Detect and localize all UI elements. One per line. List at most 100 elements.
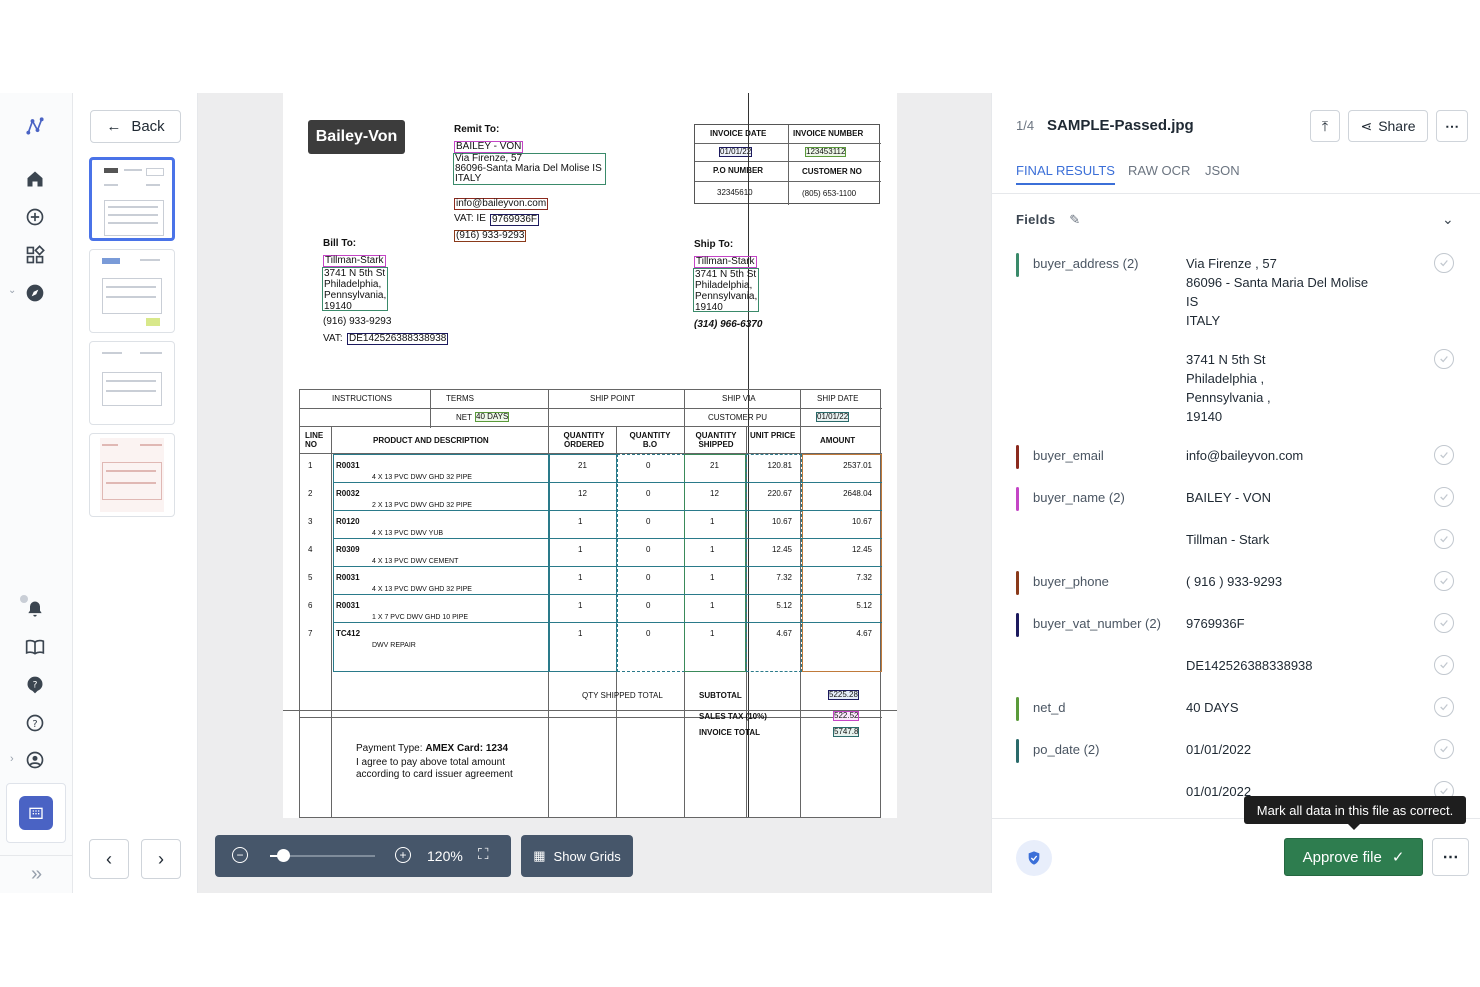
check-circle-icon[interactable] [1434, 739, 1454, 759]
svg-text:?: ? [32, 719, 37, 730]
field-value[interactable]: info@baileyvon.com [1186, 446, 1303, 465]
subtotal-value[interactable]: 5225.28 [828, 690, 859, 700]
terms-value[interactable]: 40 DAYS [475, 412, 510, 422]
field-value[interactable]: DE142526388338938 [1186, 656, 1313, 675]
ship-date-value[interactable]: 01/01/22 [816, 412, 850, 422]
shield-check-icon[interactable] [1016, 840, 1052, 876]
help-bubble-icon[interactable]: ? [22, 672, 48, 698]
ship-name[interactable]: Tillman-Stark [694, 256, 757, 268]
upload-button[interactable]: ⤒ [1310, 110, 1340, 142]
check-circle-icon[interactable] [1434, 529, 1454, 549]
unit-price-cell: 7.32 [776, 573, 792, 582]
product-code-cell: R0031 [336, 573, 360, 582]
terms-prefix: NET [456, 413, 472, 422]
back-button-label: Back [131, 118, 165, 135]
chevron-right-icon[interactable]: › [10, 753, 14, 765]
back-button[interactable]: ← Back [90, 110, 181, 143]
remit-name[interactable]: BAILEY - VON [454, 141, 524, 153]
check-circle-icon[interactable] [1434, 655, 1454, 675]
next-page-button[interactable]: › [141, 839, 181, 879]
home-icon[interactable] [22, 166, 48, 192]
more-options-button[interactable]: ⋯ [1436, 110, 1468, 142]
page-thumbnail-4[interactable] [89, 433, 175, 517]
bill-address-box[interactable]: 3741 N 5th St Philadelphia, Pennsylvania… [322, 267, 388, 312]
field-value[interactable]: 3741 N 5th St Philadelphia , Pennsylvani… [1186, 350, 1271, 426]
line-no-cell: 6 [308, 601, 313, 610]
page-thumbnail-1[interactable] [89, 157, 175, 241]
check-circle-icon[interactable] [1434, 445, 1454, 465]
page-thumbnail-3[interactable] [89, 341, 175, 425]
results-panel: 1/4 SAMPLE-Passed.jpg ⤒ ⋖ Share ⋯ FINAL … [991, 93, 1480, 893]
check-circle-icon[interactable] [1434, 571, 1454, 591]
check-circle-icon[interactable] [1434, 487, 1454, 507]
field-name: buyer_name (2) [1033, 490, 1125, 505]
tab-final-results[interactable]: FINAL RESULTS [1016, 163, 1115, 185]
sales-tax-value[interactable]: 522.52 [833, 711, 860, 721]
ship-address-box[interactable]: 3741 N 5th St Philadelphia, Pennsylvania… [693, 268, 759, 313]
field-value[interactable]: 01/01/2022 [1186, 740, 1251, 759]
ship-address-line: Philadelphia, [695, 280, 753, 291]
check-circle-icon[interactable] [1434, 697, 1454, 717]
approve-tooltip: Mark all data in this file as correct. [1244, 796, 1466, 830]
fullscreen-icon[interactable]: ⛶ [478, 846, 489, 863]
zoom-slider-handle[interactable] [276, 849, 290, 862]
field-value[interactable]: ( 916 ) 933-9293 [1186, 572, 1282, 591]
approve-file-button[interactable]: Approve file ✓ [1284, 838, 1423, 876]
check-circle-icon[interactable] [1434, 253, 1454, 273]
ship-address-line: Pennsylvania, [695, 291, 758, 302]
chevron-down-icon[interactable]: ⌄ [8, 285, 16, 296]
invoice-number[interactable]: 123453112 [805, 147, 847, 157]
tab-raw-ocr[interactable]: RAW OCR [1128, 163, 1190, 178]
product-code-cell: R0032 [336, 489, 360, 498]
remit-vat[interactable]: 9769936F [490, 214, 540, 226]
document-viewer[interactable]: Bailey-Von Remit To: BAILEY - VON Via Fi… [198, 93, 991, 893]
field-value[interactable]: Via Firenze , 57 86096 - Santa Maria Del… [1186, 254, 1368, 330]
page-thumbnail-2[interactable] [89, 249, 175, 333]
add-circle-icon[interactable] [22, 204, 48, 230]
product-code-cell: TC412 [336, 629, 361, 638]
bill-vat[interactable]: DE142526388338938 [347, 333, 449, 345]
bell-icon[interactable] [22, 596, 48, 622]
field-value[interactable]: Tillman - Stark [1186, 530, 1269, 549]
account-circle-icon[interactable] [22, 747, 48, 773]
remit-phone[interactable]: (916) 933-9293 [454, 230, 527, 242]
field-color-bar [1016, 613, 1019, 637]
tab-json[interactable]: JSON [1205, 163, 1240, 178]
qty-bo-cell: 0 [646, 545, 651, 554]
table-row: 6 R0031 1 X 7 PVC DWV GHD 10 PIPE 1 0 1 5.12 5.… [300, 594, 882, 622]
remit-address-box[interactable]: Via Firenze, 57 86096-Santa Maria Del Mo… [453, 153, 606, 185]
check-circle-icon[interactable] [1434, 613, 1454, 633]
collapse-chevron-icon[interactable]: ⌄ [1442, 211, 1454, 228]
ship-via-value: CUSTOMER PU [708, 413, 767, 422]
compass-icon[interactable] [22, 280, 48, 306]
amount-cell: 2648.04 [843, 489, 872, 498]
show-grids-button[interactable]: ▦ Show Grids [521, 835, 633, 877]
book-icon[interactable] [22, 634, 48, 660]
field-value[interactable]: BAILEY - VON [1186, 488, 1271, 507]
share-button[interactable]: ⋖ Share [1348, 110, 1428, 142]
help-circle-icon[interactable]: ? [22, 710, 48, 736]
zoom-in-icon[interactable]: + [395, 847, 411, 863]
edit-pencil-icon[interactable]: ✎ [1069, 212, 1080, 227]
remit-email[interactable]: info@baileyvon.com [454, 198, 549, 210]
zoom-slider-track[interactable] [270, 849, 375, 862]
expand-sidebar-icon[interactable]: » [0, 855, 73, 893]
remit-to-label: Remit To: [454, 124, 500, 135]
field-value[interactable]: 01/01/2022 [1186, 782, 1251, 801]
zoom-out-icon[interactable]: − [232, 847, 248, 863]
apps-grid-icon[interactable] [22, 242, 48, 268]
bill-address-line: 19140 [324, 301, 352, 312]
workspace-switcher[interactable] [6, 783, 66, 843]
qty-ordered-cell: 1 [578, 629, 583, 638]
product-code-cell: R0120 [336, 517, 360, 526]
field-color-bar [1016, 739, 1019, 763]
previous-page-button[interactable]: ‹ [89, 839, 129, 879]
invoice-total-value[interactable]: 5747.8 [833, 727, 860, 737]
check-circle-icon[interactable] [1434, 349, 1454, 369]
field-value[interactable]: 9769936F [1186, 614, 1245, 633]
app-logo-icon[interactable] [22, 113, 48, 139]
qty-bo-cell: 0 [646, 517, 651, 526]
footer-more-button[interactable]: ⋯ [1432, 838, 1469, 876]
field-value[interactable]: 40 DAYS [1186, 698, 1239, 717]
bill-name[interactable]: Tillman-Stark [323, 255, 386, 267]
